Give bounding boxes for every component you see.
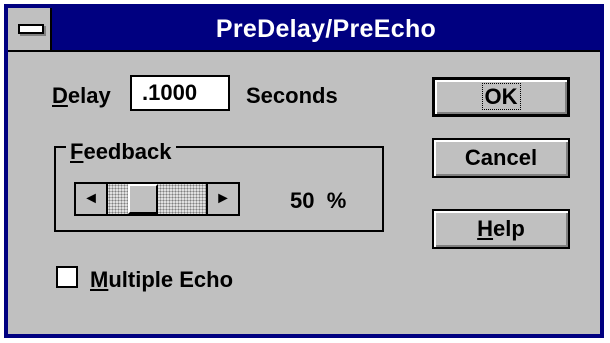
feedback-scrollbar[interactable]: ◄ ► (74, 182, 240, 216)
multiple-echo-label[interactable]: Multiple Echo (90, 267, 233, 293)
system-menu-icon (18, 24, 44, 34)
scroll-track[interactable] (108, 184, 206, 214)
seconds-label: Seconds (246, 83, 338, 108)
scroll-right-arrow-icon[interactable]: ► (206, 184, 238, 214)
multiple-echo-checkbox[interactable] (56, 266, 78, 288)
scroll-thumb[interactable] (128, 184, 158, 214)
delay-label: Delay (52, 83, 111, 108)
feedback-group-title: Feedback (66, 140, 176, 164)
scroll-left-arrow-icon[interactable]: ◄ (76, 184, 108, 214)
delay-input[interactable]: .1000 (130, 75, 230, 111)
cancel-button[interactable]: Cancel (432, 138, 570, 178)
system-menu-button[interactable] (8, 8, 52, 50)
title-bar[interactable]: PreDelay/PreEcho (8, 8, 600, 52)
ok-button[interactable]: OK (432, 77, 570, 117)
feedback-value: 50 % (290, 188, 347, 213)
ok-button-label: OK (481, 83, 521, 110)
help-button[interactable]: Help (432, 209, 570, 249)
window-title: PreDelay/PreEcho (215, 15, 437, 43)
